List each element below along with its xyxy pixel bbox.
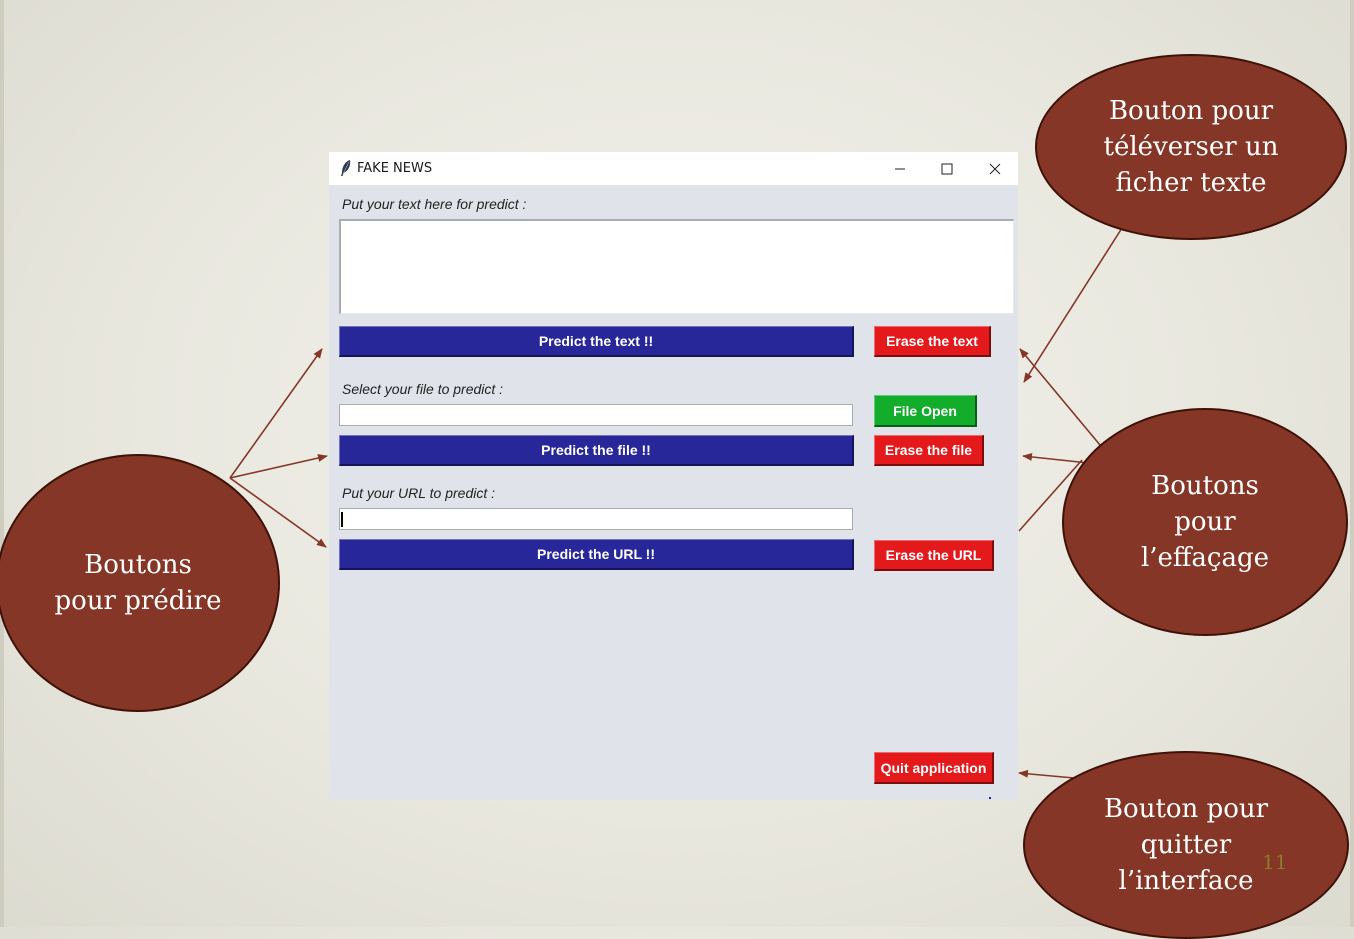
callout-quit-button: Bouton pour quitter l’interface: [1023, 751, 1349, 939]
arrow-to-predict-text: [229, 348, 323, 479]
arrow-to-erase-text: [1019, 348, 1101, 446]
callout-upload-button: Bouton pour téléverser un ficher texte: [1035, 54, 1347, 240]
callout-quit-text: Bouton pour quitter l’interface: [1103, 794, 1269, 896]
page-number: 11: [1262, 850, 1288, 874]
callout-erase-text: Boutons pour l’effaçage: [1140, 471, 1270, 573]
callout-predict-text: Boutons pour prédire: [54, 550, 222, 616]
callout-predict-buttons: Boutons pour prédire: [0, 454, 280, 712]
arrow-to-predict-file: [229, 454, 328, 479]
arrow-to-file-open: [1023, 227, 1123, 383]
callout-erase-buttons: Boutons pour l’effaçage: [1062, 408, 1348, 636]
callout-upload-text: Bouton pour téléverser un ficher texte: [1103, 96, 1279, 198]
